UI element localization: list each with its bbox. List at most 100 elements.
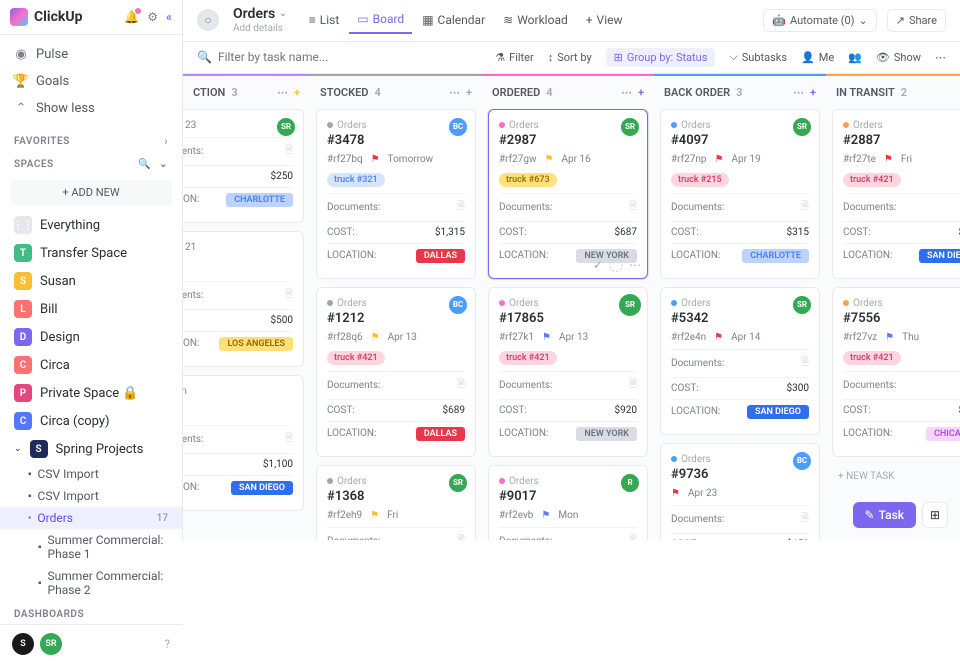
tag-chip[interactable]: truck #421 xyxy=(843,351,901,365)
search-icon[interactable]: 🔍 xyxy=(138,159,151,170)
task-card[interactable]: ⚑Apr 2121Documents:🗎COST:$500LOCATION:LO… xyxy=(183,231,304,367)
flag-icon[interactable]: ⚑ xyxy=(370,510,379,521)
assignee-avatar[interactable]: BC xyxy=(449,296,467,314)
view-board[interactable]: ▭Board xyxy=(349,6,412,34)
document-icon[interactable]: 🗎 xyxy=(285,431,293,448)
task-card[interactable]: Orders#1368SR#rf2eh9⚑FriDocuments:🗎COST:… xyxy=(316,465,476,540)
space-design[interactable]: DDesign xyxy=(0,323,182,351)
me-button[interactable]: 👤 Me xyxy=(801,51,834,64)
page-title[interactable]: Orders⌄ xyxy=(233,6,287,23)
assignee-avatar[interactable]: SR xyxy=(449,474,467,492)
more-icon[interactable]: ⋯ xyxy=(621,86,632,99)
show-button[interactable]: 👁 Show xyxy=(876,51,921,64)
flag-icon[interactable]: ⚑ xyxy=(371,332,380,343)
location-chip[interactable]: CHARLOTTE xyxy=(226,193,293,207)
more-icon[interactable]: ⋯ xyxy=(449,86,460,99)
subtasks-button[interactable]: ⌵ Subtasks xyxy=(729,50,787,64)
gear-icon[interactable]: ⚙ xyxy=(147,10,158,24)
notification-icon[interactable]: 🔔 xyxy=(124,10,139,24)
nav-showless[interactable]: ⌃Show less xyxy=(10,95,172,122)
task-card[interactable]: Orders#4097SR#rf27np⚑Apr 19truck #215Doc… xyxy=(660,109,820,279)
tree-csv-import[interactable]: ▪CSV Import xyxy=(0,485,182,507)
share-button[interactable]: ↗ Share xyxy=(887,9,946,32)
avatar-user-1[interactable]: S xyxy=(12,633,34,655)
document-icon[interactable]: 🗎 xyxy=(457,377,465,394)
nav-pulse[interactable]: ◉Pulse xyxy=(10,41,172,68)
view-workload[interactable]: ≋Workload xyxy=(495,6,576,34)
task-card[interactable]: Orders#7556#rf27vz⚑Thutruck #421Document… xyxy=(832,287,960,457)
tree-summer-commercial-phase-[interactable]: ▪Summer Commercial: Phase 2 xyxy=(0,565,182,601)
add-card-icon[interactable]: + xyxy=(810,86,816,99)
space-everything[interactable]: ⋮⋮Everything xyxy=(0,211,182,239)
location-chip[interactable]: SAN DIEGO xyxy=(919,249,960,263)
apps-icon[interactable]: ⊞ xyxy=(922,502,948,528)
flag-icon[interactable]: ⚑ xyxy=(671,488,680,499)
assignee-icon[interactable]: 👥 xyxy=(848,51,862,64)
location-chip[interactable]: LOS ANGELES xyxy=(219,337,293,351)
more-icon[interactable]: ⋯ xyxy=(629,258,641,272)
search-input[interactable] xyxy=(218,50,483,64)
more-icon[interactable]: ⋯ xyxy=(793,86,804,99)
flag-icon[interactable]: ⚑ xyxy=(714,154,723,165)
avatar-user-2[interactable]: SR xyxy=(40,633,62,655)
document-icon[interactable]: 🗎 xyxy=(457,533,465,540)
location-chip[interactable]: DALLAS xyxy=(416,427,465,441)
dashboards-header[interactable]: DASHBOARDS xyxy=(0,601,182,624)
task-card[interactable]: Orders#1212BC#rf28q6⚑Apr 13truck #421Doc… xyxy=(316,287,476,457)
add-card-icon[interactable]: + xyxy=(638,86,644,99)
space-private-space-[interactable]: PPrivate Space 🔒 xyxy=(0,379,182,407)
collapse-icon[interactable]: « xyxy=(166,10,172,24)
view-calendar[interactable]: ▦Calendar xyxy=(414,6,493,34)
assignee-avatar[interactable]: SR xyxy=(793,118,811,136)
document-icon[interactable]: 🗎 xyxy=(629,533,637,540)
space-susan[interactable]: SSusan xyxy=(0,267,182,295)
document-icon[interactable]: 🗎 xyxy=(285,287,293,304)
task-card[interactable]: Orders#17865SR#rf27k1⚑Apr 13truck #421Do… xyxy=(488,287,648,457)
assignee-avatar[interactable]: SR xyxy=(277,118,295,136)
document-icon[interactable]: 🗎 xyxy=(629,199,637,216)
location-chip[interactable]: SAN DIEGO xyxy=(747,405,809,419)
space-spring-projects[interactable]: ⌄SSpring Projects xyxy=(0,435,182,463)
task-card[interactable]: Orders#2887#rf27te⚑Fritruck #421Document… xyxy=(832,109,960,279)
new-task-button[interactable]: + NEW TASK xyxy=(832,465,960,488)
tree-csv-import[interactable]: ▪CSV Import xyxy=(0,463,182,485)
add-card-icon[interactable]: + xyxy=(466,86,472,99)
sort-button[interactable]: ↕ Sort by xyxy=(548,51,592,64)
flag-icon[interactable]: ⚑ xyxy=(885,332,894,343)
task-card[interactable]: SR⚑Apr 23Documents:🗎COST:$250LOCATION:CH… xyxy=(183,109,304,223)
assignee-avatar[interactable]: BC xyxy=(793,452,811,470)
add-card-icon[interactable]: + xyxy=(294,86,300,99)
task-card[interactable]: Orders#3478BC#rf27bq⚑Tomorrowtruck #321D… xyxy=(316,109,476,279)
task-card[interactable]: Orders#5342SR#rf2e4n⚑Apr 14Documents:🗎CO… xyxy=(660,287,820,435)
more-icon[interactable]: ⋯ xyxy=(935,51,946,64)
assignee-avatar[interactable]: SR xyxy=(793,296,811,314)
automate-button[interactable]: 🤖 Automate (0) ⌄ xyxy=(763,9,876,32)
flag-icon[interactable]: ⚑ xyxy=(542,332,551,343)
space-transfer-space[interactable]: TTransfer Space xyxy=(0,239,182,267)
more-icon[interactable]: ⋯ xyxy=(277,86,288,99)
tag-chip[interactable]: truck #673 xyxy=(499,173,557,187)
document-icon[interactable]: 🗎 xyxy=(285,143,293,160)
tree-orders[interactable]: •Orders17 xyxy=(0,507,182,529)
space-circa-copy-[interactable]: CCirca (copy) xyxy=(0,407,182,435)
task-card[interactable]: Orders#9736BC⚑Apr 23Documents:🗎COST:$150… xyxy=(660,443,820,540)
location-chip[interactable]: CHICAGO xyxy=(926,427,960,441)
location-chip[interactable]: CHARLOTTE xyxy=(742,249,809,263)
document-icon[interactable]: 🗎 xyxy=(801,511,809,528)
space-bill[interactable]: LBill xyxy=(0,295,182,323)
assignee-avatar[interactable]: BC xyxy=(449,118,467,136)
view-view[interactable]: +View xyxy=(578,6,631,34)
tree-summer-commercial-phase-[interactable]: ▪Summer Commercial: Phase 1 xyxy=(0,529,182,565)
tag-chip[interactable]: truck #321 xyxy=(327,173,385,187)
complete-icon[interactable]: ✓ xyxy=(593,258,603,272)
assignee-avatar[interactable]: SR xyxy=(621,296,639,314)
help-icon[interactable]: ? xyxy=(164,637,170,651)
document-icon[interactable]: 🗎 xyxy=(457,199,465,216)
page-subtitle[interactable]: Add details xyxy=(233,23,287,35)
add-new-space[interactable]: + ADD NEW xyxy=(10,180,172,205)
chevron-down-icon[interactable]: ⌄ xyxy=(159,159,168,170)
flag-icon[interactable]: ⚑ xyxy=(714,332,723,343)
favorites-header[interactable]: FAVORITES› xyxy=(0,128,182,151)
flag-icon[interactable]: ⚑ xyxy=(371,154,380,165)
space-circa[interactable]: CCirca xyxy=(0,351,182,379)
